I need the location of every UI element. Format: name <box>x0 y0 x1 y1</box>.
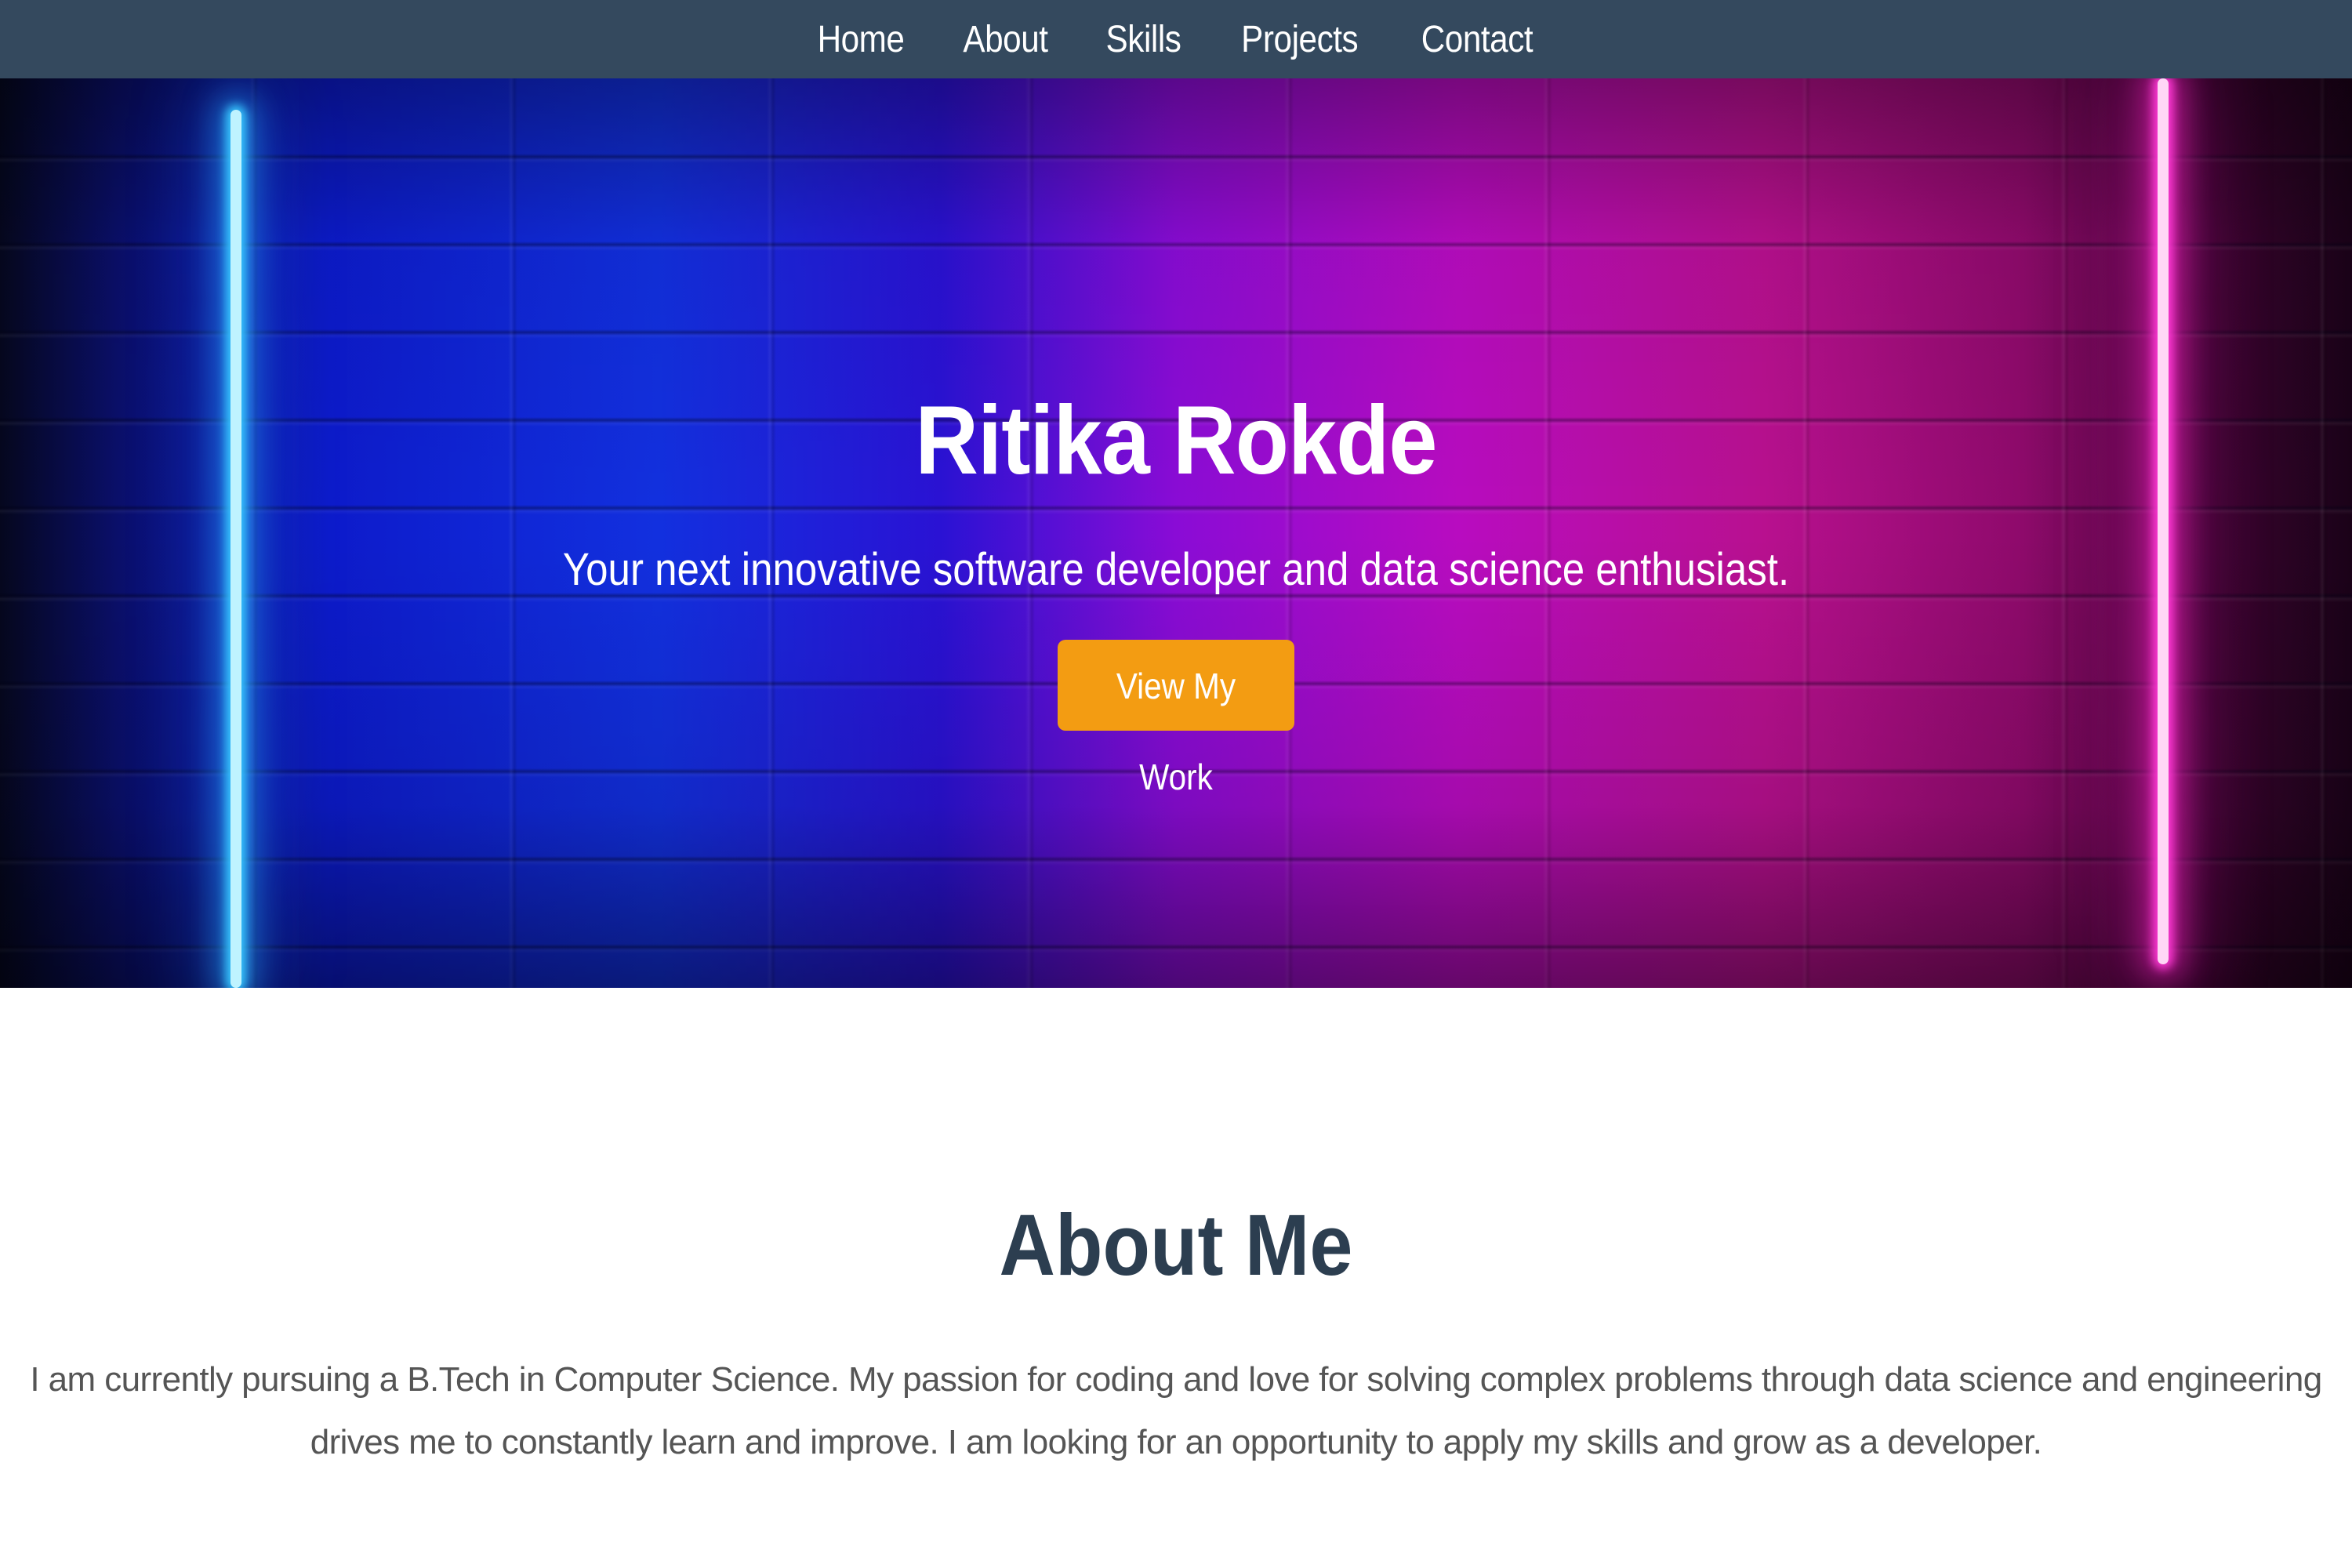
nav-item-contact: Contact <box>1414 18 1541 61</box>
view-my-work-label: View My Work <box>1116 666 1236 797</box>
hero-subtitle: Your next innovative software developer … <box>562 544 1790 595</box>
nav-link-contact[interactable]: Contact <box>1421 18 1533 61</box>
hero-content: Ritika Rokde Your next innovative softwa… <box>0 387 2352 797</box>
nav-link-skills[interactable]: Skills <box>1106 18 1181 61</box>
nav-item-home: Home <box>811 18 910 61</box>
view-my-work-button[interactable]: View My Work <box>1058 640 1294 797</box>
about-title: About Me <box>999 1197 1353 1294</box>
nav-item-about: About <box>957 18 1054 61</box>
nav-link-projects[interactable]: Projects <box>1242 18 1359 61</box>
nav-item-projects: Projects <box>1233 18 1366 61</box>
nav-link-home[interactable]: Home <box>818 18 905 61</box>
nav-link-about[interactable]: About <box>964 18 1049 61</box>
hero-title: Ritika Rokde <box>915 387 1437 495</box>
hero-section: Ritika Rokde Your next innovative softwa… <box>0 78 2352 988</box>
navbar: Home About Skills Projects Contact <box>0 0 2352 78</box>
nav-list: Home About Skills Projects Contact <box>811 18 1540 61</box>
about-text: I am currently pursuing a B.Tech in Comp… <box>30 1360 2322 1461</box>
nav-item-skills: Skills <box>1101 18 1186 61</box>
about-section: About Me I am currently pursuing a B.Tec… <box>0 988 2352 1568</box>
